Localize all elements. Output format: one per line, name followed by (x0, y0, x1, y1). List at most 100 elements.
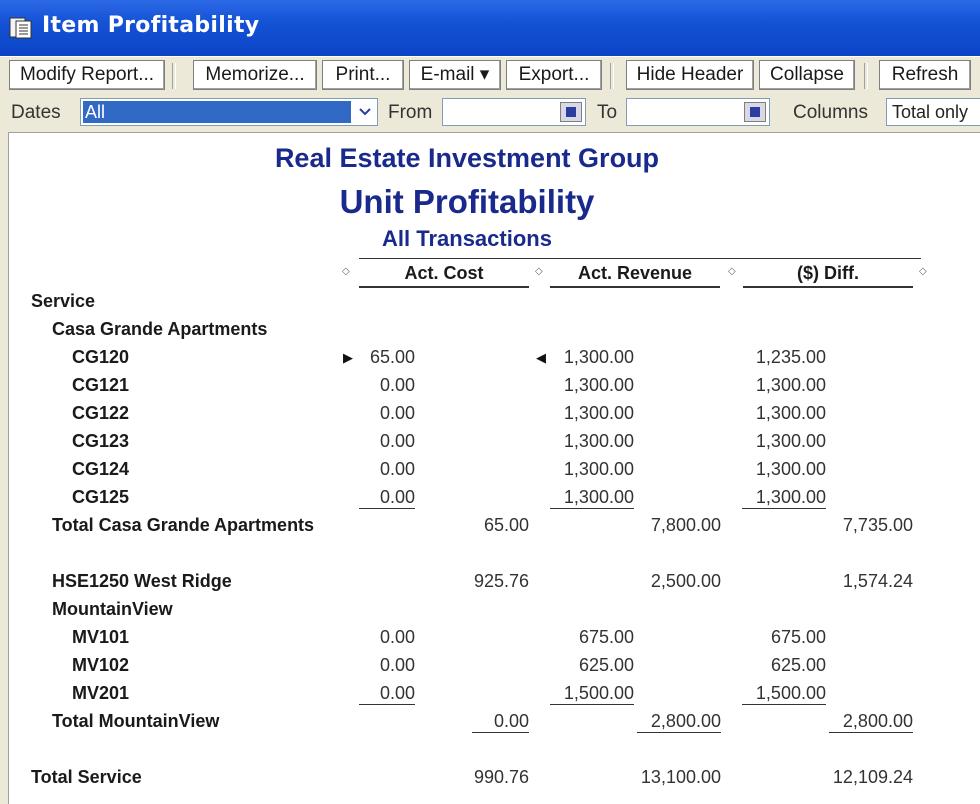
row-label: CG125 (72, 487, 130, 507)
revenue-cell: 1,300.00 (563, 375, 634, 395)
modify-report-button[interactable]: Modify Report... (9, 60, 165, 90)
column-divider-icon[interactable]: ◇ (919, 266, 927, 277)
diff-cell: 1,300.00 (742, 487, 826, 509)
revenue-total-cell: 2,800.00 (637, 711, 721, 733)
diff-cell: 1,300.00 (755, 431, 826, 451)
diff-total-cell: 12,109.24 (832, 767, 913, 787)
toolbar-separator (864, 63, 868, 89)
row-label: Total Service (31, 767, 142, 787)
table-row[interactable]: CG123 0.00 1,300.00 1,300.00 (9, 431, 980, 459)
report-title: Unit Profitability (339, 183, 595, 220)
from-date-field[interactable] (442, 98, 586, 126)
total-row[interactable]: Total MountainView 0.00 2,800.00 2,800.0… (9, 711, 980, 739)
diff-cell: 1,500.00 (742, 683, 826, 705)
total-row[interactable]: Total Service 990.76 13,100.00 12,109.24 (9, 767, 980, 795)
row-label: HSE1250 West Ridge (52, 571, 232, 591)
from-label: From (388, 102, 433, 123)
calendar-icon[interactable] (560, 102, 582, 122)
cost-cell: 0.00 (379, 403, 415, 423)
diff-cell: 1,235.00 (755, 347, 826, 367)
refresh-button[interactable]: Refresh (879, 60, 971, 90)
column-divider-icon[interactable]: ◇ (342, 266, 350, 277)
row-label: Casa Grande Apartments (52, 319, 268, 339)
table-row[interactable]: MV101 0.00 675.00 675.00 (9, 627, 980, 655)
revenue-total-cell: 2,500.00 (650, 571, 721, 591)
dates-selected-value: All (83, 101, 351, 123)
revenue-cell: 1,300.00 (563, 403, 634, 423)
column-header-diff[interactable]: ($) Diff. (743, 263, 913, 288)
revenue-cell: 1,300.00 (563, 347, 634, 367)
report-subtitle: All Transactions (382, 226, 552, 251)
column-divider-icon[interactable]: ◇ (728, 266, 736, 277)
window-titlebar[interactable]: Item Profitability (0, 0, 980, 56)
table-row[interactable]: CG121 0.00 1,300.00 1,300.00 (9, 375, 980, 403)
revenue-cell: 1,300.00 (550, 487, 634, 509)
report-body: Real Estate Investment Group Unit Profit… (9, 133, 980, 804)
table-row[interactable]: MV201 0.00 1,500.00 1,500.00 (9, 683, 980, 711)
window-left-border (0, 132, 9, 804)
revenue-cell: 1,500.00 (550, 683, 634, 705)
column-divider-icon[interactable]: ◇ (535, 266, 543, 277)
cost-cell: 0.00 (379, 459, 415, 479)
columns-dropdown[interactable]: Total only (886, 98, 980, 126)
total-row[interactable]: Total Casa Grande Apartments 65.00 7,800… (9, 515, 980, 543)
cost-total-cell: 990.76 (473, 767, 529, 787)
row-label: MV101 (72, 627, 130, 647)
revenue-total-cell: 7,800.00 (650, 515, 721, 535)
cost-total-cell: 925.76 (473, 571, 529, 591)
revenue-cell: 675.00 (578, 627, 634, 647)
cost-cell: 0.00 (379, 375, 415, 395)
cost-cell: 0.00 (359, 487, 415, 509)
row-label: CG120 (72, 347, 130, 367)
calendar-icon[interactable] (744, 102, 766, 122)
dates-label: Dates (11, 102, 61, 123)
table-row[interactable]: MV102 0.00 625.00 625.00 (9, 655, 980, 683)
cost-cell: 0.00 (379, 627, 415, 647)
column-header-act-cost[interactable]: Act. Cost (359, 263, 529, 288)
chevron-down-icon[interactable] (354, 100, 376, 124)
toolbar-separator (172, 63, 176, 89)
row-label: MV201 (72, 683, 130, 703)
row-label: CG122 (72, 403, 130, 423)
print-button[interactable]: Print... (322, 60, 404, 90)
section-row[interactable]: MountainView (9, 599, 980, 627)
table-row[interactable]: CG120 ▶ 65.00 ◀ 1,300.00 1,235.00 (9, 347, 980, 375)
row-label: MV102 (72, 655, 130, 675)
collapse-button[interactable]: Collapse (759, 60, 855, 90)
table-row[interactable]: CG125 0.00 1,300.00 1,300.00 (9, 487, 980, 515)
cost-cell: 0.00 (379, 655, 415, 675)
section-row[interactable]: Casa Grande Apartments (9, 319, 980, 347)
revenue-cell: 625.00 (578, 655, 634, 675)
diff-cell: 625.00 (770, 655, 826, 675)
diff-cell: 1,300.00 (755, 375, 826, 395)
report-toolbar: Modify Report... Memorize... Print... E-… (0, 56, 980, 95)
cost-cell: 0.00 (379, 431, 415, 451)
toolbar-separator (610, 63, 614, 89)
diff-cell: 1,300.00 (755, 459, 826, 479)
revenue-cell: 1,300.00 (563, 431, 634, 451)
memorize-button[interactable]: Memorize... (193, 60, 317, 90)
columns-label: Columns (793, 102, 868, 123)
email-button[interactable]: E-mail ▾ (409, 60, 501, 90)
company-name: Real Estate Investment Group (274, 143, 660, 173)
row-label: CG124 (72, 459, 130, 479)
row-label: CG123 (72, 431, 130, 451)
table-row[interactable]: HSE1250 West Ridge 925.76 2,500.00 1,574… (9, 571, 980, 599)
header-rule (359, 258, 921, 259)
table-row[interactable]: CG124 0.00 1,300.00 1,300.00 (9, 459, 980, 487)
export-button[interactable]: Export... (506, 60, 602, 90)
column-header-act-revenue[interactable]: Act. Revenue (550, 263, 720, 288)
report-filter-bar: Dates All From To Columns Total only (0, 94, 980, 133)
diff-cell: 675.00 (770, 627, 826, 647)
diff-cell: 1,300.00 (755, 403, 826, 423)
row-label: CG121 (72, 375, 130, 395)
to-date-field[interactable] (626, 98, 770, 126)
cost-total-cell: 0.00 (472, 711, 529, 733)
diff-total-cell: 1,574.24 (842, 571, 913, 591)
window-title: Item Profitability (42, 13, 260, 38)
hide-header-button[interactable]: Hide Header (626, 60, 754, 90)
table-row[interactable]: CG122 0.00 1,300.00 1,300.00 (9, 403, 980, 431)
dates-dropdown[interactable]: All (80, 98, 378, 126)
diff-total-cell: 2,800.00 (829, 711, 913, 733)
section-row[interactable]: Service (9, 291, 980, 319)
